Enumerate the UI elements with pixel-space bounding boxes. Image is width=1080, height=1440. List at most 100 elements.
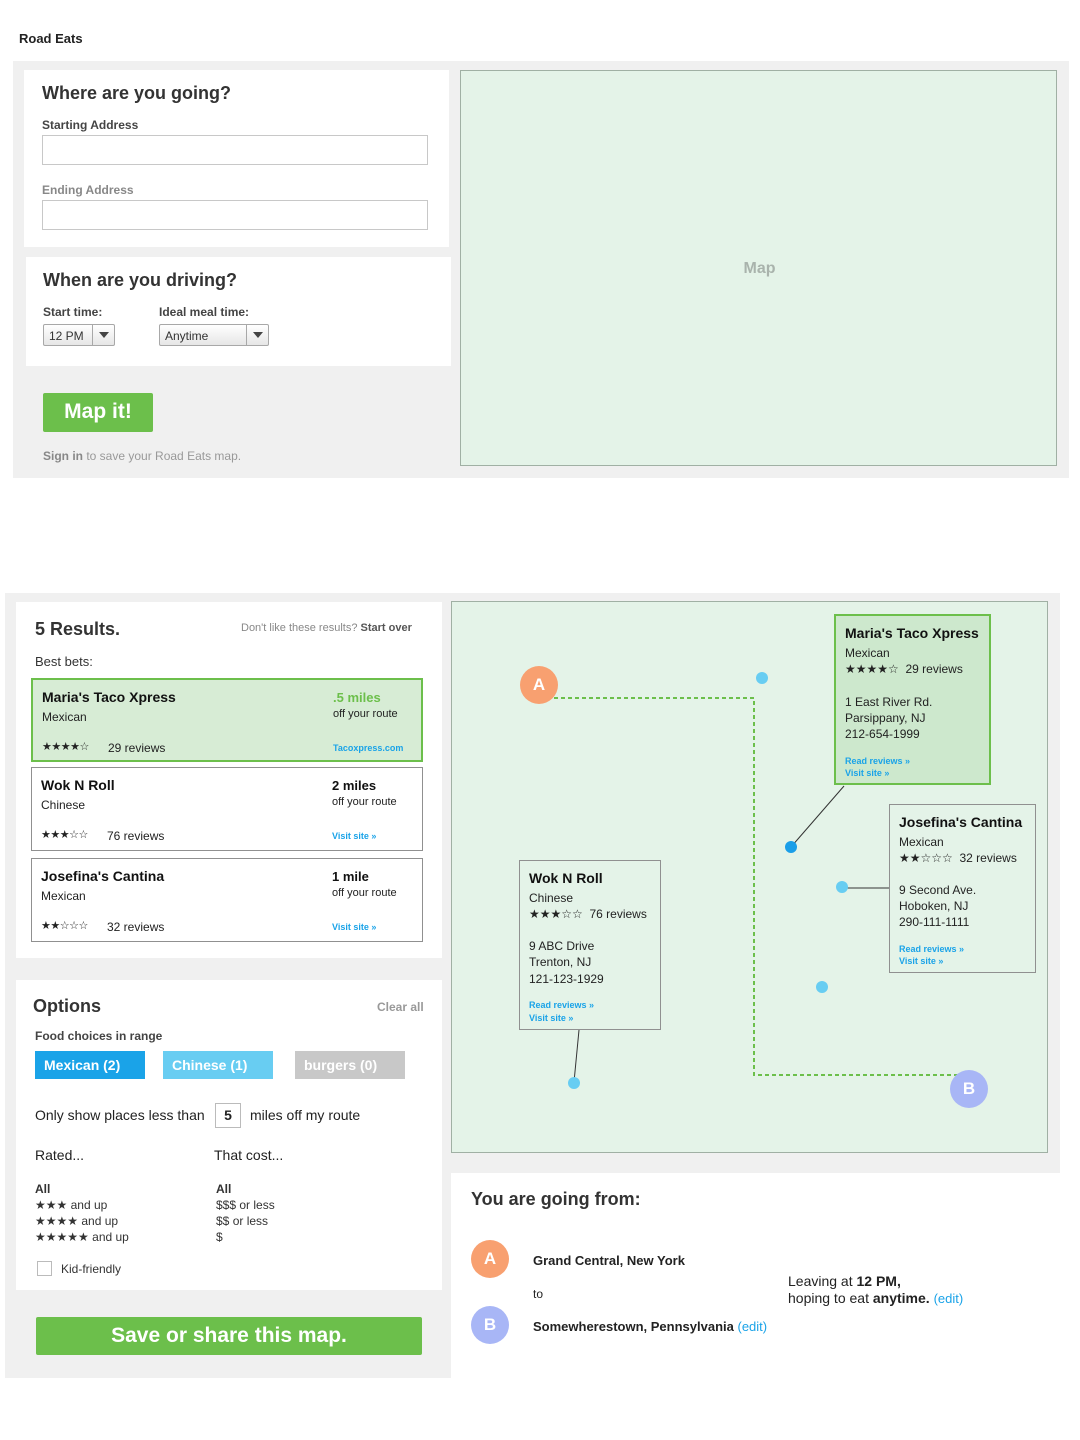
when-heading: When are you driving? — [43, 270, 238, 290]
filter-chip-mexican[interactable]: Mexican (2) — [35, 1051, 145, 1079]
popup-type: Mexican — [899, 835, 944, 849]
star-rating-icon: ★★★★☆ — [42, 741, 89, 753]
cost-option[interactable]: $$$ or less — [216, 1198, 275, 1212]
result-visit-link[interactable]: Visit site » — [332, 831, 376, 841]
food-choices-label: Food choices in range — [35, 1029, 163, 1043]
rating-option-text: and up — [70, 1198, 108, 1212]
result-name: Wok N Roll — [41, 777, 115, 793]
popup-name: Wok N Roll — [529, 870, 603, 886]
options-heading: Options — [33, 996, 101, 1016]
chevron-down-icon — [246, 325, 268, 345]
star-rating-icon: ★★★★★ — [35, 1230, 89, 1244]
leaving-prefix: Leaving at — [788, 1273, 853, 1289]
map-popup-maria: Maria's Taco Xpress Mexican ★★★★☆ 29 rev… — [834, 614, 991, 785]
results-card: 5 Results. Don't like these results? Sta… — [16, 602, 442, 958]
cost-option[interactable]: $ — [216, 1230, 223, 1244]
rating-option[interactable]: ★★★★ and up — [35, 1214, 118, 1228]
app-title: Road Eats — [19, 31, 83, 46]
meal-time-select[interactable]: Anytime — [159, 324, 269, 346]
result-website-link[interactable]: Tacoxpress.com — [333, 743, 403, 753]
end-address-input[interactable] — [42, 200, 428, 230]
visit-site-link[interactable]: Visit site » — [529, 1013, 573, 1023]
save-share-button[interactable]: Save or share this map. — [36, 1317, 422, 1355]
popup-type: Chinese — [529, 891, 574, 905]
visit-site-link[interactable]: Visit site » — [845, 768, 889, 778]
start-marker-icon: A — [471, 1240, 509, 1278]
meal-time-value: Anytime — [165, 329, 209, 343]
read-reviews-link[interactable]: Read reviews » — [845, 756, 910, 766]
distance-suffix: miles off my route — [250, 1107, 361, 1123]
read-reviews-link[interactable]: Read reviews » — [529, 1000, 594, 1010]
cost-symbol: $ — [216, 1230, 223, 1244]
result-item[interactable]: Josefina's Cantina Mexican ★★☆☆☆ 32 revi… — [31, 858, 423, 942]
start-time-value: 12 PM — [49, 329, 84, 343]
result-type: Chinese — [41, 798, 86, 812]
popup-rating: ★★☆☆☆ 32 reviews — [899, 851, 1017, 865]
edit-time-link[interactable]: (edit) — [934, 1291, 964, 1306]
kid-friendly-checkbox[interactable] — [37, 1261, 52, 1276]
where-card: Where are you going? Starting Address En… — [24, 70, 449, 247]
popup-city: Trenton, NJ — [529, 955, 592, 969]
map-point-icon[interactable] — [756, 672, 768, 684]
route-map[interactable]: A B Maria's Taco Xpress Mexican ★★★★☆ 29… — [451, 601, 1048, 1153]
connector-line — [790, 785, 845, 848]
result-reviews: 32 reviews — [107, 920, 165, 934]
cost-symbol: $$ — [216, 1214, 230, 1228]
visit-site-link[interactable]: Visit site » — [899, 956, 943, 966]
read-reviews-link[interactable]: Read reviews » — [899, 944, 964, 954]
result-item[interactable]: Wok N Roll Chinese ★★★☆☆ 76 reviews 2 mi… — [31, 767, 423, 851]
map-placeholder[interactable]: Map — [460, 70, 1057, 466]
start-marker-icon[interactable]: A — [520, 666, 558, 704]
result-distance: 1 mile — [332, 869, 369, 884]
start-time-label: Start time: — [43, 305, 103, 319]
hoping-prefix: hoping to eat — [788, 1290, 869, 1306]
result-off-route: off your route — [332, 796, 397, 808]
cost-all-option[interactable]: All — [216, 1182, 231, 1196]
cost-option-text: or less — [232, 1214, 269, 1228]
distance-prefix: Only show places less than — [35, 1107, 205, 1123]
result-distance: .5 miles — [333, 690, 381, 705]
filter-chip-burgers[interactable]: burgers (0) — [295, 1051, 405, 1079]
map-point-icon[interactable] — [836, 881, 848, 893]
rating-option[interactable]: ★★★★★ and up — [35, 1230, 129, 1244]
result-visit-link[interactable]: Visit site » — [332, 922, 376, 932]
trip-to: Somewherestown, Pennsylvania (edit) — [533, 1319, 767, 1334]
start-time-select[interactable]: 12 PM — [43, 324, 115, 346]
rating-option-text: and up — [81, 1214, 119, 1228]
results-count: 5 Results. — [35, 619, 121, 639]
clear-all-link[interactable]: Clear all — [377, 1000, 424, 1014]
result-name: Maria's Taco Xpress — [42, 689, 176, 705]
end-marker-icon[interactable]: B — [950, 1070, 988, 1108]
result-name: Josefina's Cantina — [41, 868, 165, 884]
start-address-input[interactable] — [42, 135, 428, 165]
popup-city: Hoboken, NJ — [899, 899, 969, 913]
popup-phone: 212-654-1999 — [845, 727, 920, 741]
trip-summary: You are going from: A Grand Central, New… — [451, 1173, 1060, 1378]
signin-text: to save your Road Eats map. — [86, 449, 242, 463]
start-over-link[interactable]: Start over — [361, 622, 412, 634]
signin-note: Sign in to save your Road Eats map. — [43, 449, 241, 463]
rating-option[interactable]: ★★★ and up — [35, 1198, 107, 1212]
end-address-label: Ending Address — [42, 183, 134, 197]
popup-rating: ★★★★☆ 29 reviews — [845, 662, 963, 676]
filter-chip-chinese[interactable]: Chinese (1) — [163, 1051, 273, 1079]
result-distance: 2 miles — [332, 778, 377, 793]
rating-all-option[interactable]: All — [35, 1182, 50, 1196]
connector-line — [573, 1029, 580, 1083]
result-type: Mexican — [42, 710, 87, 724]
leaving-line: Leaving at 12 PM, — [788, 1273, 963, 1290]
cost-option[interactable]: $$ or less — [216, 1214, 268, 1228]
map-it-button[interactable]: Map it! — [43, 393, 153, 432]
distance-input[interactable]: 5 — [215, 1103, 241, 1128]
trip-timing: Leaving at 12 PM, hoping to eat anytime.… — [788, 1273, 963, 1307]
map-point-icon[interactable] — [816, 981, 828, 993]
hoping-time: anytime. — [872, 1290, 930, 1306]
map-point-icon[interactable] — [568, 1077, 580, 1089]
popup-name: Josefina's Cantina — [899, 814, 1023, 830]
result-item[interactable]: Maria's Taco Xpress Mexican ★★★★☆ 29 rev… — [31, 678, 423, 762]
meal-time-label: Ideal meal time: — [159, 305, 250, 319]
signin-link[interactable]: Sign in — [43, 449, 83, 463]
map-popup-josefina: Josefina's Cantina Mexican ★★☆☆☆ 32 revi… — [889, 804, 1036, 973]
edit-route-link[interactable]: (edit) — [737, 1319, 767, 1334]
map-point-icon[interactable] — [785, 841, 797, 853]
